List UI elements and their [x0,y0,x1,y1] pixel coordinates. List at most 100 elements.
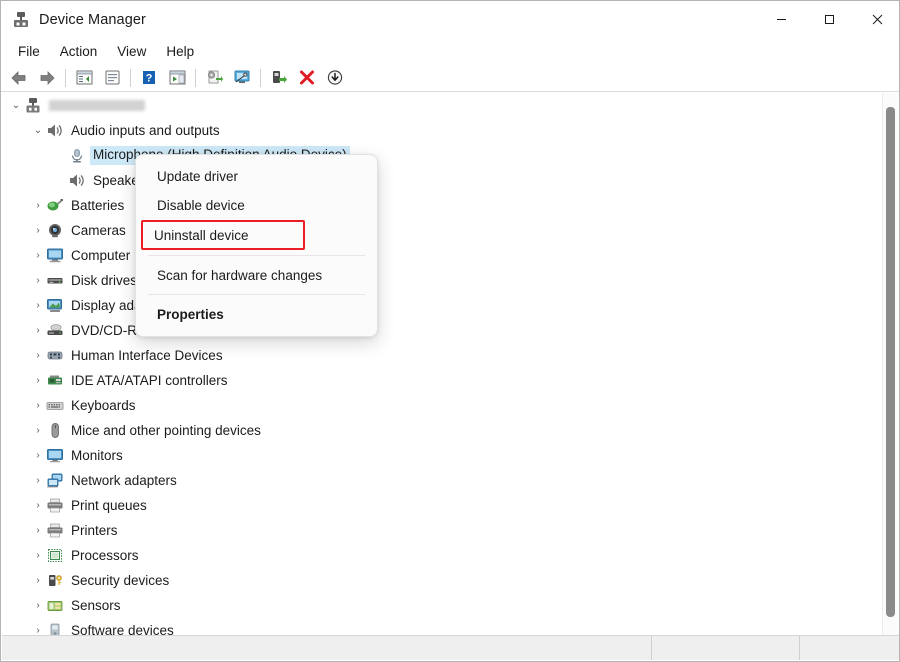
chevron-right-icon[interactable]: › [30,401,46,411]
scan-for-hardware-changes-button[interactable] [229,66,255,90]
tree-row-printers[interactable]: › Printers [2,518,886,543]
status-pane-secondary [652,636,800,660]
chevron-right-icon[interactable]: › [30,576,46,586]
chevron-right-icon[interactable]: › [30,476,46,486]
speaker-icon [46,122,64,139]
uninstall-device-button[interactable] [266,66,292,90]
back-button[interactable] [6,66,32,90]
maximize-button[interactable] [805,1,853,38]
tree-item-label: Printers [71,523,118,539]
toolbar-separator [195,69,196,87]
print-queue-icon [46,497,64,514]
context-menu[interactable]: Update driver Disable device Uninstall d… [135,154,378,337]
ide-controller-icon [46,372,64,389]
window-title: Device Manager [39,12,146,28]
ctx-properties[interactable]: Properties [141,300,372,328]
tree-row-software-devices[interactable]: › Software devices [2,618,886,635]
scrollbar-thumb[interactable] [886,107,895,617]
chevron-right-icon[interactable]: › [30,201,46,211]
chevron-right-icon[interactable]: › [30,501,46,511]
show-hide-console-tree-button[interactable] [71,66,97,90]
tree-root-label [49,98,145,114]
speaker-icon [68,172,86,189]
tree-row-monitors[interactable]: › Monitors [2,443,886,468]
redacted-computer-name [49,100,145,111]
tree-item-label: Software devices [71,623,174,636]
chevron-right-icon[interactable]: › [30,251,46,261]
tree-item-label: Mice and other pointing devices [71,423,261,439]
tree-item-label: Monitors [71,448,123,464]
menu-help[interactable]: Help [157,42,203,61]
context-menu-separator [148,255,365,256]
keyboard-icon [46,397,64,414]
tree-row-print-queues[interactable]: › Print queues [2,493,886,518]
hid-icon [46,347,64,364]
chevron-right-icon[interactable]: › [30,426,46,436]
camera-icon [46,222,64,239]
help-button[interactable]: ? [136,66,162,90]
tree-item-label: Processors [71,548,139,564]
tree-item-label: Batteries [71,198,124,214]
menu-action[interactable]: Action [51,42,107,61]
tree-item-label: Keyboards [71,398,136,414]
properties-button[interactable] [99,66,125,90]
toolbar-separator [130,69,131,87]
toolbar-separator [65,69,66,87]
close-button[interactable] [853,1,900,38]
update-driver-button[interactable] [201,66,227,90]
tree-item-label: Computer [71,248,130,264]
chevron-right-icon[interactable]: › [30,301,46,311]
tree-row-sensors[interactable]: › Sensors [2,593,886,618]
status-bar [2,635,900,660]
tree-row-mice-and-other-pointing-devices[interactable]: › Mice and other pointing devices [2,418,886,443]
network-adapter-icon [46,472,64,489]
tree-row-audio-inputs-and-outputs[interactable]: ⌄ Audio inputs and outputs [2,118,886,143]
chevron-right-icon[interactable]: › [30,326,46,336]
tree-row-ide-ata-atapi-controllers[interactable]: › IDE ATA/ATAPI controllers [2,368,886,393]
ctx-disable-device[interactable]: Disable device [141,191,372,219]
tree-row-keyboards[interactable]: › Keyboards [2,393,886,418]
tree-row-human-interface-devices[interactable]: › Human Interface Devices [2,343,886,368]
toolbar: ? [1,64,900,92]
title-bar: Device Manager [1,1,900,38]
minimize-button[interactable] [757,1,805,38]
tree-item-label: Disk drives [71,273,137,289]
microphone-icon [68,147,86,164]
chevron-right-icon[interactable]: › [30,551,46,561]
chevron-right-icon[interactable]: › [30,451,46,461]
device-manager-window: Device Manager File Action View Help [0,0,900,662]
chevron-right-icon[interactable]: › [30,351,46,361]
tree-row-security-devices[interactable]: › Security devices [2,568,886,593]
chevron-right-icon[interactable]: › [30,376,46,386]
chevron-down-icon[interactable]: ⌄ [30,126,46,136]
chevron-right-icon[interactable]: › [30,526,46,536]
svg-text:?: ? [146,73,153,85]
chevron-right-icon[interactable]: › [30,226,46,236]
dvd-drive-icon [46,322,64,339]
tree-row-root[interactable]: ⌄ [2,93,886,118]
ctx-update-driver[interactable]: Update driver [141,162,372,190]
ctx-scan-hardware-changes[interactable]: Scan for hardware changes [141,261,372,289]
menu-file[interactable]: File [9,42,49,61]
battery-icon [46,197,64,214]
chevron-right-icon[interactable]: › [30,276,46,286]
show-hide-action-pane-button[interactable] [164,66,190,90]
printer-icon [46,522,64,539]
tree-row-network-adapters[interactable]: › Network adapters [2,468,886,493]
toolbar-separator [260,69,261,87]
chevron-down-icon[interactable]: ⌄ [8,101,24,111]
remove-device-button[interactable] [294,66,320,90]
ctx-uninstall-device[interactable]: Uninstall device [141,220,305,250]
disable-device-button[interactable] [322,66,348,90]
chevron-right-icon[interactable]: › [30,626,46,636]
menu-bar: File Action View Help [1,38,900,64]
status-pane-message [2,636,652,660]
vertical-scrollbar[interactable] [882,93,898,635]
menu-view[interactable]: View [108,42,155,61]
forward-button[interactable] [34,66,60,90]
tree-row-processors[interactable]: › Processors [2,543,886,568]
tree-item-label: IDE ATA/ATAPI controllers [71,373,228,389]
chevron-right-icon[interactable]: › [30,601,46,611]
tree-item-label: Sensors [71,598,121,614]
monitor-icon [46,447,64,464]
